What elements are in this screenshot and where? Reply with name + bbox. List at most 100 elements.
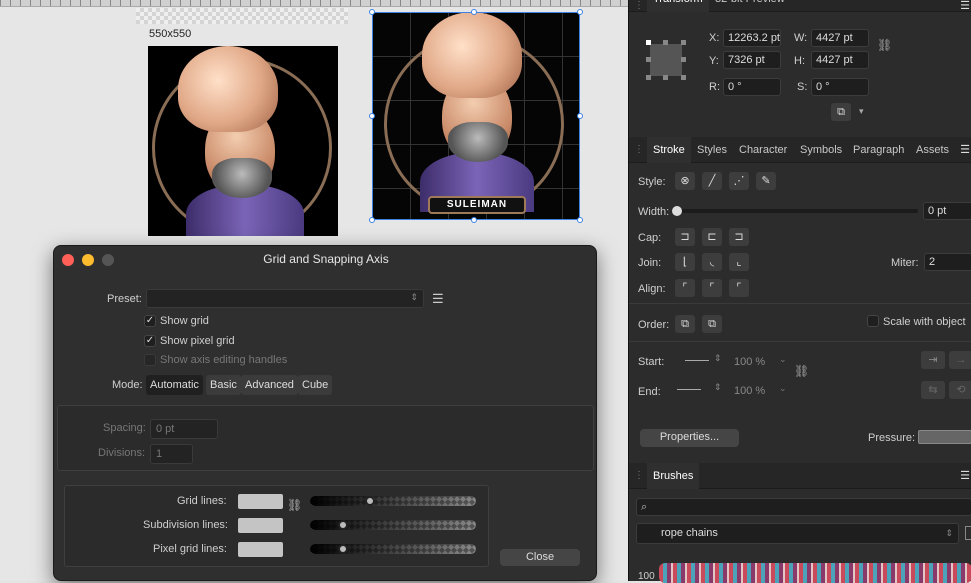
- selection-handle[interactable]: [577, 217, 583, 223]
- pixel-grid-lines-label: Pixel grid lines:: [153, 543, 227, 555]
- transform-tab-row: ⋮ Transform 32-bit Preview ☰: [629, 0, 971, 12]
- mode-cube[interactable]: Cube: [298, 375, 333, 395]
- tab-symbols[interactable]: Symbols: [794, 137, 848, 163]
- stroke-tab-row: ⋮ Stroke Styles Character Symbols Paragr…: [629, 137, 971, 163]
- mode-advanced[interactable]: Advanced: [241, 375, 298, 395]
- subdivision-lines-color[interactable]: [238, 518, 283, 533]
- align-outside-icon[interactable]: ⌜: [729, 279, 749, 297]
- flip-icon[interactable]: ⧉: [831, 103, 851, 121]
- s-input[interactable]: 0 °: [811, 78, 869, 96]
- divisions-input[interactable]: 1: [150, 444, 193, 464]
- mode-automatic[interactable]: Automatic: [146, 375, 203, 395]
- pressure-label: Pressure:: [868, 432, 916, 444]
- miter-label: Miter:: [891, 257, 919, 269]
- mode-basic[interactable]: Basic: [206, 375, 241, 395]
- join-label: Join:: [638, 257, 662, 269]
- subdivision-opacity-slider[interactable]: [310, 520, 476, 530]
- end-arrowhead-preview[interactable]: [677, 389, 701, 390]
- w-input[interactable]: 4427 pt: [811, 29, 869, 47]
- arrow-end-icon[interactable]: →: [949, 351, 971, 369]
- pixel-grid-lines-color[interactable]: [238, 542, 283, 557]
- spacing-input[interactable]: 0 pt: [150, 419, 218, 439]
- tab-32bit-preview[interactable]: 32-bit Preview: [709, 0, 791, 12]
- pixel-grid-opacity-slider[interactable]: [310, 544, 476, 554]
- brush-search-input[interactable]: ⌕: [636, 498, 971, 516]
- preset-select[interactable]: ⇕: [146, 289, 424, 308]
- studio-panel: ⋮ Transform 32-bit Preview ☰ X: 12263.2 …: [628, 0, 971, 583]
- horizontal-ruler[interactable]: [0, 0, 628, 7]
- panel-menu-icon[interactable]: ☰: [960, 0, 970, 12]
- no-stroke-icon[interactable]: ⊗: [675, 172, 695, 190]
- link-icon[interactable]: ⛓: [794, 364, 809, 378]
- width-input[interactable]: 0 pt: [923, 202, 971, 220]
- width-slider[interactable]: [675, 209, 918, 213]
- bevel-join-icon[interactable]: ⌞: [729, 253, 749, 271]
- h-label: H:: [794, 55, 805, 67]
- reset-arrows-icon[interactable]: ⟲: [949, 381, 971, 399]
- portrait-artwork-left[interactable]: [148, 46, 338, 236]
- x-input[interactable]: 12263.2 pt: [723, 29, 781, 47]
- round-join-icon[interactable]: ◟: [702, 253, 722, 271]
- tab-stroke[interactable]: Stroke: [647, 137, 691, 163]
- square-cap-icon[interactable]: ⊐: [729, 228, 749, 246]
- start-scale[interactable]: 100 %: [734, 356, 765, 368]
- brush-view-toggle[interactable]: [965, 526, 971, 540]
- align-center-icon[interactable]: ⌜: [675, 279, 695, 297]
- subdivision-lines-label: Subdivision lines:: [143, 519, 228, 531]
- stroke-front-icon[interactable]: ⧉: [702, 315, 722, 333]
- selection-handle[interactable]: [471, 9, 477, 15]
- butt-cap-icon[interactable]: ⊐: [675, 228, 695, 246]
- tab-assets[interactable]: Assets: [910, 137, 955, 163]
- selection-handle[interactable]: [577, 113, 583, 119]
- link-icon[interactable]: ⛓: [877, 38, 892, 52]
- selection-handle[interactable]: [369, 113, 375, 119]
- tab-styles[interactable]: Styles: [691, 137, 733, 163]
- x-label: X:: [709, 32, 720, 44]
- y-input[interactable]: 7326 pt: [723, 51, 781, 69]
- selection-handle[interactable]: [577, 9, 583, 15]
- h-input[interactable]: 4427 pt: [811, 51, 869, 69]
- show-axis-handles-checkbox[interactable]: [144, 354, 156, 366]
- grid-lines-opacity-slider[interactable]: [310, 496, 476, 506]
- scale-with-object-checkbox[interactable]: [867, 315, 879, 327]
- stepper-icon: ⇕: [410, 292, 418, 302]
- brush-category-select[interactable]: rope chains ⇕: [636, 523, 959, 544]
- pressure-curve[interactable]: [918, 430, 971, 444]
- grid-lines-color[interactable]: [238, 494, 283, 509]
- link-icon[interactable]: ⛓: [287, 499, 302, 511]
- tab-brushes[interactable]: Brushes: [647, 463, 700, 489]
- miter-input[interactable]: 2: [924, 253, 971, 271]
- preset-menu-icon[interactable]: ☰: [432, 291, 444, 307]
- properties-button[interactable]: Properties...: [640, 429, 739, 447]
- start-arrowhead-preview[interactable]: [685, 360, 709, 361]
- end-scale[interactable]: 100 %: [734, 385, 765, 397]
- round-cap-icon[interactable]: ⊏: [702, 228, 722, 246]
- selection-handle[interactable]: [369, 9, 375, 15]
- chevron-down-icon[interactable]: ▾: [859, 106, 864, 117]
- tab-transform[interactable]: Transform: [647, 0, 709, 12]
- align-inside-icon[interactable]: ⌜: [702, 279, 722, 297]
- show-pixel-grid-checkbox[interactable]: ✓: [144, 335, 156, 347]
- rope-chain-brush-preview[interactable]: [659, 563, 971, 583]
- anchor-selector[interactable]: [646, 40, 686, 80]
- brush-stroke-icon[interactable]: ✎: [756, 172, 776, 190]
- panel-menu-icon[interactable]: ☰: [960, 143, 970, 156]
- r-input[interactable]: 0 °: [723, 78, 781, 96]
- tab-paragraph[interactable]: Paragraph: [847, 137, 910, 163]
- miter-join-icon[interactable]: ⌊: [675, 253, 695, 271]
- stroke-behind-icon[interactable]: ⧉: [675, 315, 695, 333]
- tab-character[interactable]: Character: [733, 137, 793, 163]
- slider-knob[interactable]: [672, 206, 682, 216]
- selection-handle[interactable]: [471, 217, 477, 223]
- dashed-line-icon[interactable]: ⋰: [729, 172, 749, 190]
- arrow-start-icon[interactable]: ⇥: [921, 351, 945, 369]
- s-label: S:: [797, 81, 808, 93]
- show-grid-checkbox[interactable]: ✓: [144, 315, 156, 327]
- swap-arrows-icon[interactable]: ⇆: [921, 381, 945, 399]
- close-button[interactable]: Close: [500, 549, 580, 566]
- selection-handle[interactable]: [369, 217, 375, 223]
- panel-menu-icon[interactable]: ☰: [960, 469, 970, 482]
- selection-bounds: [372, 12, 580, 220]
- slider-knob[interactable]: [364, 496, 375, 506]
- solid-line-icon[interactable]: ╱: [702, 172, 722, 190]
